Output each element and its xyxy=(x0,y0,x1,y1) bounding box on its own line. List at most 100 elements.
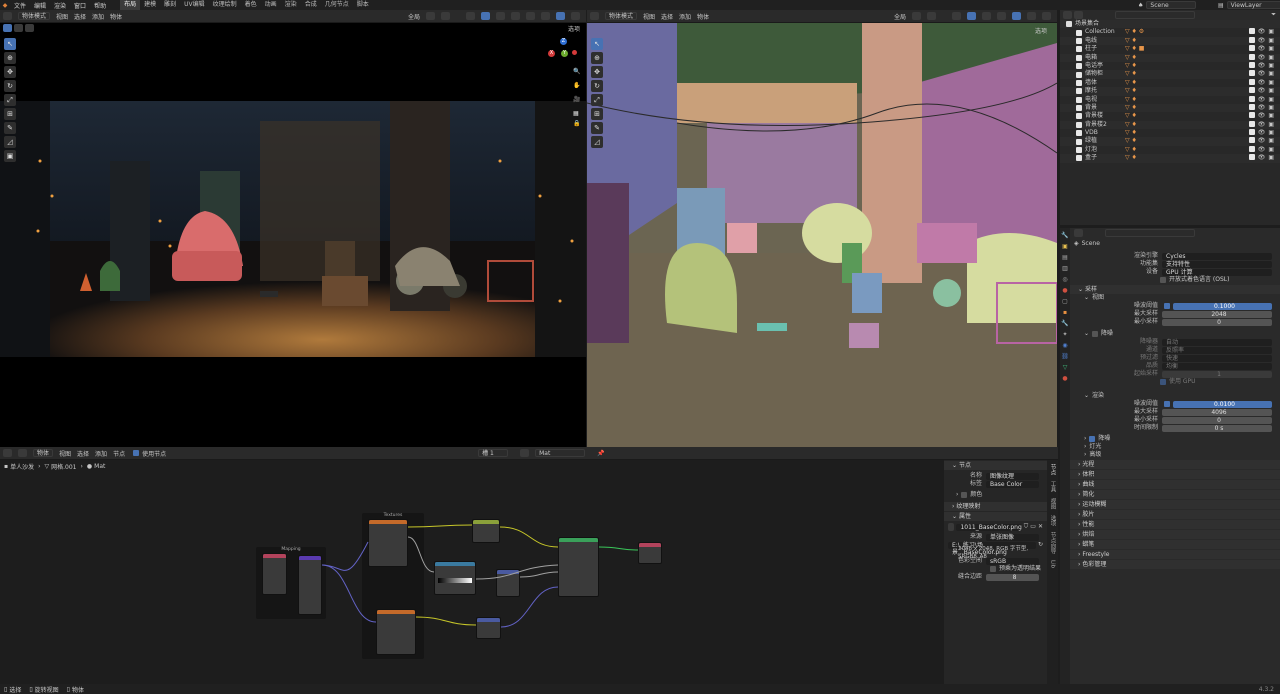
object-tab-icon[interactable]: ▪ xyxy=(1063,309,1067,316)
tab-options[interactable]: 选项 xyxy=(1049,515,1057,526)
select-tool-icon[interactable]: ↖ xyxy=(591,38,603,50)
viewport-rendered[interactable]: 物体模式 视图 选择 添加 物体 全局 选项 ↖ ⊕ ✥ ↻ ⤢ ⊞ ✎ ◿ ▣… xyxy=(0,10,586,447)
scene-collection-row[interactable]: 场景集合 xyxy=(1060,20,1280,29)
menu-window[interactable]: 窗口 xyxy=(74,1,86,10)
shading-rendered-icon[interactable] xyxy=(556,12,565,20)
select-box-icon[interactable] xyxy=(3,24,12,32)
perspective-icon[interactable]: ▦ xyxy=(573,110,579,117)
collection-tab-icon[interactable]: ▢ xyxy=(1062,298,1068,305)
render-camera-icon[interactable]: ▣ xyxy=(1268,37,1274,45)
constraint-tab-icon[interactable]: ⛓ xyxy=(1061,353,1069,360)
visibility-eye-icon[interactable]: 👁 xyxy=(1258,28,1266,36)
include-checkbox[interactable] xyxy=(1248,70,1255,77)
move-tool-icon[interactable]: ✥ xyxy=(4,66,16,78)
menu-render[interactable]: 渲染 xyxy=(54,1,66,10)
editor-type-icon[interactable] xyxy=(3,12,12,20)
visibility-icon[interactable] xyxy=(952,12,961,20)
property-section[interactable]: › 蜡笔 xyxy=(1070,540,1280,549)
menu-edit[interactable]: 编辑 xyxy=(34,1,46,10)
include-checkbox[interactable] xyxy=(1248,36,1255,43)
render-camera-icon[interactable]: ▣ xyxy=(1268,79,1274,87)
xray-icon[interactable] xyxy=(997,12,1006,20)
gizmo-x[interactable]: X xyxy=(548,50,555,57)
transform-orientation[interactable]: 全局 xyxy=(894,12,906,21)
sampling-section[interactable]: ⌄ 采样 xyxy=(1070,285,1280,294)
render-camera-icon[interactable]: ▣ xyxy=(1268,121,1274,129)
visibility-eye-icon[interactable]: 👁 xyxy=(1258,121,1266,129)
viewlayer-name[interactable]: ViewLayer xyxy=(1226,1,1280,9)
mode-select[interactable]: 物体模式 xyxy=(18,12,51,20)
node-label-field[interactable]: Base Color xyxy=(986,480,1039,488)
node-section[interactable]: ⌄ 节点 xyxy=(944,461,1047,470)
render-camera-icon[interactable]: ▣ xyxy=(1268,70,1274,78)
shield-icon[interactable]: ⛉ xyxy=(1024,523,1029,531)
include-checkbox[interactable] xyxy=(1248,95,1255,102)
property-section[interactable]: › 烘焙 xyxy=(1070,530,1280,539)
shading-solid-icon[interactable] xyxy=(526,12,535,20)
transform-tool-icon[interactable]: ⊞ xyxy=(591,108,603,120)
include-checkbox[interactable] xyxy=(1248,53,1255,60)
render-min-samples[interactable]: 0 xyxy=(1162,416,1272,424)
outliner-item[interactable]: 电线 ▽ ♦ 👁 ▣ xyxy=(1060,36,1280,46)
render-camera-icon[interactable]: ▣ xyxy=(1268,104,1274,112)
viewlayer-selector[interactable]: ▤ ViewLayer xyxy=(1218,1,1280,9)
properties-section[interactable]: ⌄ 属性 xyxy=(944,512,1047,521)
tab-rendering[interactable]: 渲染 xyxy=(281,0,301,10)
property-section[interactable]: › 曲线 xyxy=(1070,480,1280,489)
viewport-max-samples[interactable]: 2048 xyxy=(1162,310,1272,318)
gizmo-z[interactable]: Z xyxy=(560,38,567,45)
include-checkbox[interactable] xyxy=(1248,112,1255,119)
denoise-subsection[interactable]: ⌄ 降噪 xyxy=(1070,330,1280,338)
outliner-item[interactable]: Collection ▽ ♦ ⚙ 👁 ▣ xyxy=(1060,28,1280,36)
close-icon[interactable]: ✕ xyxy=(1038,523,1043,531)
image-browse-icon[interactable] xyxy=(948,523,955,531)
data-tab-icon[interactable]: ▽ xyxy=(1063,364,1068,371)
proportional-icon[interactable] xyxy=(441,12,450,20)
visibility-eye-icon[interactable]: 👁 xyxy=(1258,96,1266,104)
mode-select[interactable]: 物体模式 xyxy=(605,12,638,20)
render-camera-icon[interactable]: ▣ xyxy=(1268,87,1274,95)
render-engine-select[interactable]: Cycles xyxy=(1162,252,1272,260)
gizmo-toggle-icon[interactable] xyxy=(481,12,490,20)
select-extend-icon[interactable] xyxy=(14,24,23,32)
property-section[interactable]: › 色彩管理 xyxy=(1070,560,1280,569)
visibility-eye-icon[interactable]: 👁 xyxy=(1258,87,1266,95)
physics-tab-icon[interactable]: ◉ xyxy=(1062,342,1067,349)
include-checkbox[interactable] xyxy=(1248,61,1255,68)
particles-tab-icon[interactable]: ✦ xyxy=(1062,331,1067,338)
render-camera-icon[interactable]: ▣ xyxy=(1268,154,1274,162)
color-subsection[interactable]: › 颜色 xyxy=(944,491,1047,499)
options-button[interactable]: 选项 xyxy=(568,24,580,33)
transform-orientation[interactable]: 全局 xyxy=(408,12,420,21)
display-mode-icon[interactable] xyxy=(1074,11,1083,19)
tab-uv-editing[interactable]: UV编辑 xyxy=(180,0,209,10)
tab-modeling[interactable]: 建模 xyxy=(140,0,160,10)
device-select[interactable]: GPU 计算 xyxy=(1162,268,1272,276)
shader-editor[interactable]: 物体 视图 选择 添加 节点 使用节点 槽 1 Mat 📌 ▪ 单人沙发 › ▽… xyxy=(0,447,1058,694)
render-camera-icon[interactable]: ▣ xyxy=(1268,112,1274,120)
scale-tool-icon[interactable]: ⤢ xyxy=(591,94,603,106)
tab-texture-paint[interactable]: 纹理绘制 xyxy=(209,0,241,10)
render-camera-icon[interactable]: ▣ xyxy=(1268,54,1274,62)
render-denoise-subsection[interactable]: › 降噪 xyxy=(1070,435,1280,443)
properties-search[interactable] xyxy=(1105,229,1195,237)
pause-icon[interactable] xyxy=(571,12,580,20)
outliner-item[interactable]: 背景楼 ▽ ♦ 👁 ▣ xyxy=(1060,112,1280,120)
render-subsection[interactable]: ⌄ 渲染 xyxy=(1070,392,1280,400)
outliner-item[interactable]: 储物柜 ▽ ♦ 👁 ▣ xyxy=(1060,70,1280,79)
xray-icon[interactable] xyxy=(511,12,520,20)
render-camera-icon[interactable]: ▣ xyxy=(1268,28,1274,36)
menu-view[interactable]: 视图 xyxy=(56,12,68,21)
render-camera-icon[interactable]: ▣ xyxy=(1268,62,1274,70)
snap-icon[interactable] xyxy=(912,12,921,20)
tab-shading[interactable]: 着色 xyxy=(241,0,261,10)
property-section[interactable]: › 简化 xyxy=(1070,490,1280,499)
editor-type-icon[interactable] xyxy=(590,12,599,20)
visibility-eye-icon[interactable]: 👁 xyxy=(1258,146,1266,154)
node-name-field[interactable]: 图像纹理 xyxy=(986,472,1039,480)
visibility-eye-icon[interactable]: 👁 xyxy=(1258,70,1266,78)
measure-tool-icon[interactable]: ◿ xyxy=(4,136,16,148)
shading-material-icon[interactable] xyxy=(541,12,550,20)
visibility-eye-icon[interactable]: 👁 xyxy=(1258,62,1266,70)
include-checkbox[interactable] xyxy=(1248,137,1255,144)
